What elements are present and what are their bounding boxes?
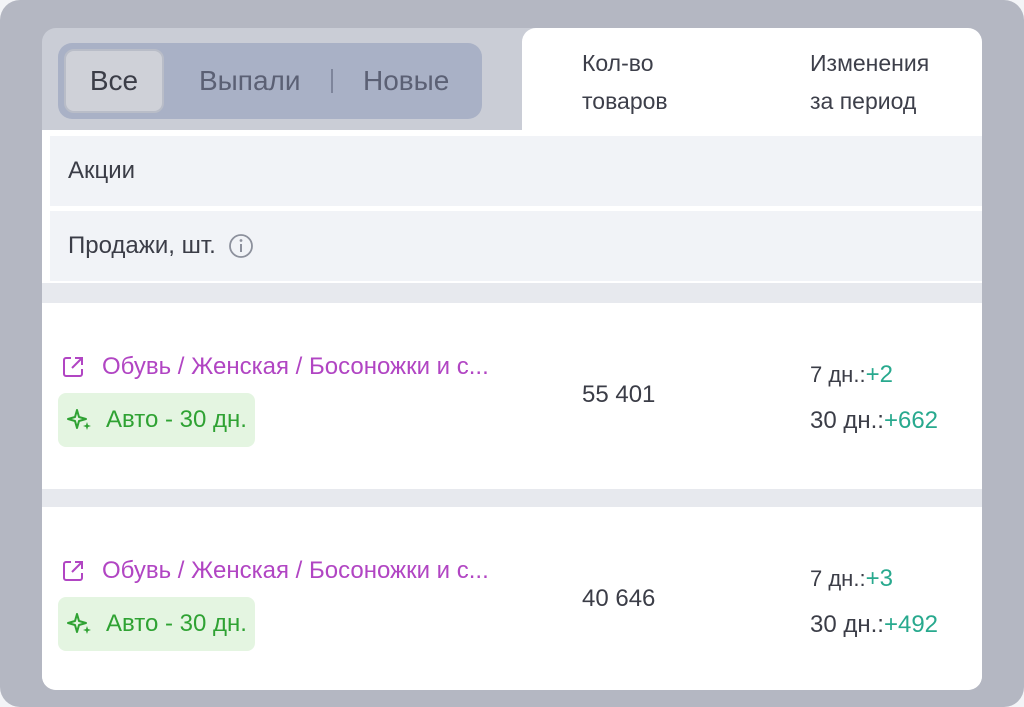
column-header-changes[interactable]: Изменения за период — [810, 44, 929, 120]
table-body: Акции Продажи, шт. Обувь / Женская / Бос… — [42, 130, 982, 690]
app-frame: Все Выпали Новые Кол-во товаров Изменени… — [0, 0, 1024, 707]
auto-badge: Авто - 30 дн. — [58, 597, 255, 651]
category-path: Обувь / Женская / Босоножки и с... — [102, 353, 489, 380]
sparkle-icon — [67, 613, 91, 634]
section-sales-label: Продажи, шт. — [68, 232, 216, 259]
change-7d: 7 дн.:+2 — [810, 361, 893, 388]
tab-all[interactable]: Все — [64, 49, 164, 113]
filter-tabs: Все Выпали Новые — [58, 43, 482, 119]
tab-separator — [331, 69, 333, 93]
row-gap — [42, 283, 982, 303]
category-link[interactable]: Обувь / Женская / Босоножки и с... — [60, 353, 489, 381]
section-promo-label: Акции — [68, 157, 136, 184]
row-gap — [42, 489, 982, 507]
section-sales: Продажи, шт. — [50, 211, 982, 281]
table-row: Обувь / Женская / Босоножки и с... Авто … — [42, 303, 982, 489]
info-icon[interactable] — [228, 233, 254, 259]
auto-badge-label: Авто - 30 дн. — [106, 610, 247, 637]
category-path: Обувь / Женская / Босоножки и с... — [102, 557, 489, 584]
auto-badge-label: Авто - 30 дн. — [106, 406, 247, 433]
external-link-icon — [63, 357, 83, 377]
category-link[interactable]: Обувь / Женская / Босоножки и с... — [60, 557, 489, 585]
column-header-qty[interactable]: Кол-во товаров — [582, 44, 668, 120]
external-link-icon — [63, 561, 83, 581]
qty-value: 55 401 — [582, 381, 656, 408]
change-30d: 30 дн.:+492 — [810, 611, 939, 638]
tab-new[interactable]: Новые — [363, 49, 449, 113]
change-30d: 30 дн.:+662 — [810, 407, 939, 434]
tab-dropped[interactable]: Выпали — [199, 49, 301, 113]
sparkle-icon — [67, 409, 91, 430]
auto-badge: Авто - 30 дн. — [58, 393, 255, 447]
table-row: Обувь / Женская / Босоножки и с... Авто … — [42, 507, 982, 690]
change-7d: 7 дн.:+3 — [810, 565, 893, 592]
section-promo: Акции — [50, 136, 982, 206]
qty-value: 40 646 — [582, 585, 656, 612]
